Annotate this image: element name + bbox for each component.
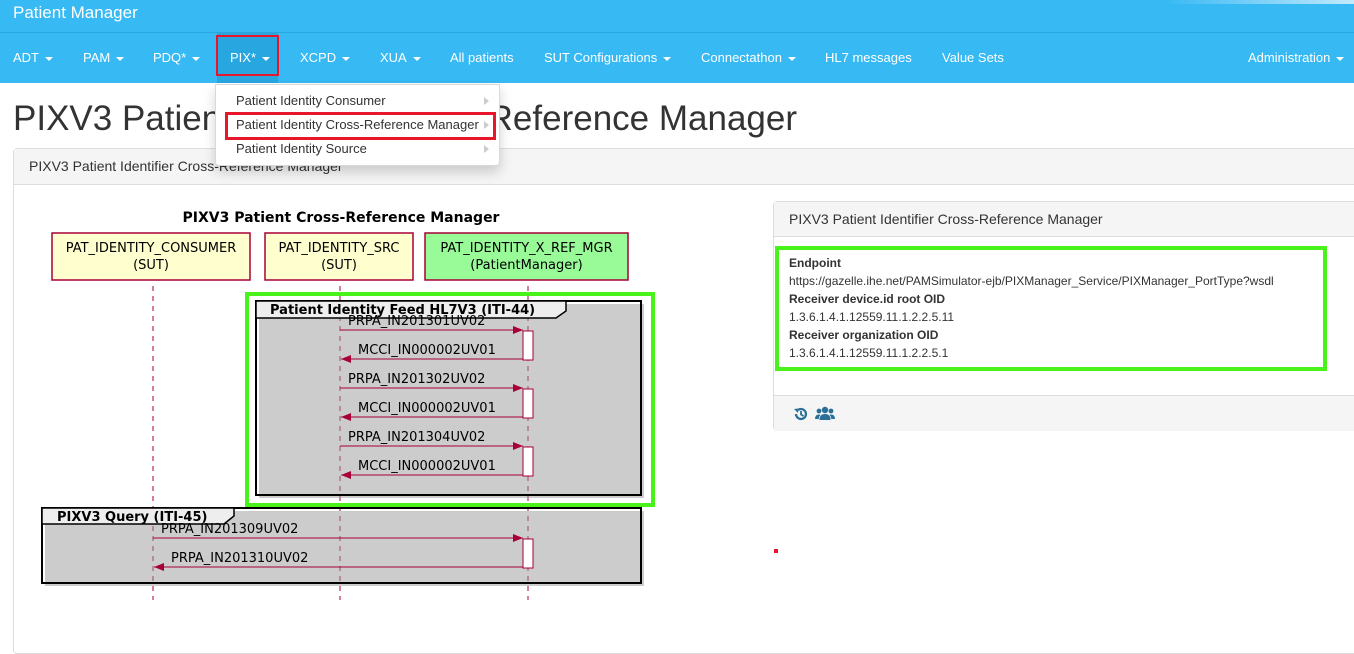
chevron-right-icon [484,97,489,105]
caret-down-icon [116,56,125,61]
main-navbar: ADT PAM PDQ* PIX* XCPD XUA All patients … [0,33,1354,83]
users-icon[interactable] [815,405,835,423]
nav-connectathon[interactable]: Connectathon [701,33,796,83]
info-panel-footer [774,395,1354,431]
activation-bar [522,330,534,361]
endpoint-label: Endpoint [789,256,841,270]
history-icon[interactable] [792,405,810,423]
nav-value-sets[interactable]: Value Sets [942,33,1004,83]
nav-xua[interactable]: XUA [380,33,421,83]
caret-down-icon [342,56,351,61]
nav-xcpd[interactable]: XCPD [300,33,351,83]
message-label: MCCI_IN000002UV01 [358,459,496,474]
message-label: PRPA_IN201304UV02 [348,430,485,445]
caret-down-icon [663,56,672,61]
participant-role: (PatientManager) [470,258,582,273]
nav-hl7-messages[interactable]: HL7 messages [825,33,912,83]
organization-oid-value: 1.3.6.1.4.1.12559.11.1.2.2.5.1 [789,346,949,360]
endpoint-value: https://gazelle.ihe.net/PAMSimulator-ejb… [789,274,1274,288]
message-label: PRPA_IN201301UV02 [348,314,485,329]
chevron-right-icon [484,145,489,153]
activation-bar [522,538,534,569]
caret-down-icon [787,56,796,61]
participant-role: (SUT) [133,258,169,273]
diagram-title: PIXV3 Patient Cross-Reference Manager [183,210,500,226]
pix-dropdown-menu: Patient Identity Consumer Patient Identi… [215,84,500,166]
menu-item-patient-identity-consumer[interactable]: Patient Identity Consumer [216,90,499,112]
chevron-right-icon [484,121,489,129]
participants: PAT_IDENTITY_CONSUMER (SUT) PAT_IDENTITY_S… [51,232,629,281]
marker-dot [774,549,778,553]
pix-menu-highlight [216,35,279,76]
caret-down-icon [45,56,53,61]
device-oid-value: 1.3.6.1.4.1.12559.11.1.2.2.5.11 [789,310,955,324]
caret-down-icon [412,56,421,61]
nav-administration[interactable]: Administration [1248,33,1345,83]
menu-item-patient-identity-source[interactable]: Patient Identity Source [216,138,499,160]
message-label: MCCI_IN000002UV01 [358,343,496,358]
participant-role: (SUT) [321,258,357,273]
device-oid-label: Receiver device.id root OID [789,292,946,306]
message-label: PRPA_IN201310UV02 [171,551,308,566]
nav-pdq[interactable]: PDQ* [153,33,201,83]
top-bar: Patient Manager [0,0,1354,33]
message-label: PRPA_IN201302UV02 [348,372,485,387]
message-label: MCCI_IN000002UV01 [358,401,496,416]
participant-name: PAT_IDENTITY_SRC [279,241,400,256]
message-label: PRPA_IN201309UV02 [161,522,298,537]
nav-sut-configurations[interactable]: SUT Configurations [544,33,672,83]
activation-bar [522,446,534,477]
actor-info-panel: PIXV3 Patient Identifier Cross-Reference… [773,201,1354,431]
participant-name: PAT_IDENTITY_X_REF_MGR [440,241,612,256]
top-bar-fade [1164,0,1354,4]
nav-pam[interactable]: PAM [83,33,125,83]
menu-item-patient-identity-cross-reference-manager[interactable]: Patient Identity Cross-Reference Manager [216,114,499,136]
organization-oid-label: Receiver organization OID [789,328,939,342]
caret-down-icon [192,56,201,61]
app-brand[interactable]: Patient Manager [13,3,138,23]
info-panel-body: Endpoint https://gazelle.ihe.net/PAMSimu… [789,254,1274,362]
nav-all-patients[interactable]: All patients [450,33,514,83]
caret-down-icon [1336,56,1345,61]
participant-name: PAT_IDENTITY_CONSUMER [66,241,237,256]
activation-bar [522,388,534,419]
info-panel-heading: PIXV3 Patient Identifier Cross-Reference… [774,202,1354,237]
sequence-diagram: PIXV3 Patient Cross-Reference Manager PA… [41,210,655,600]
nav-adt[interactable]: ADT [13,33,53,83]
